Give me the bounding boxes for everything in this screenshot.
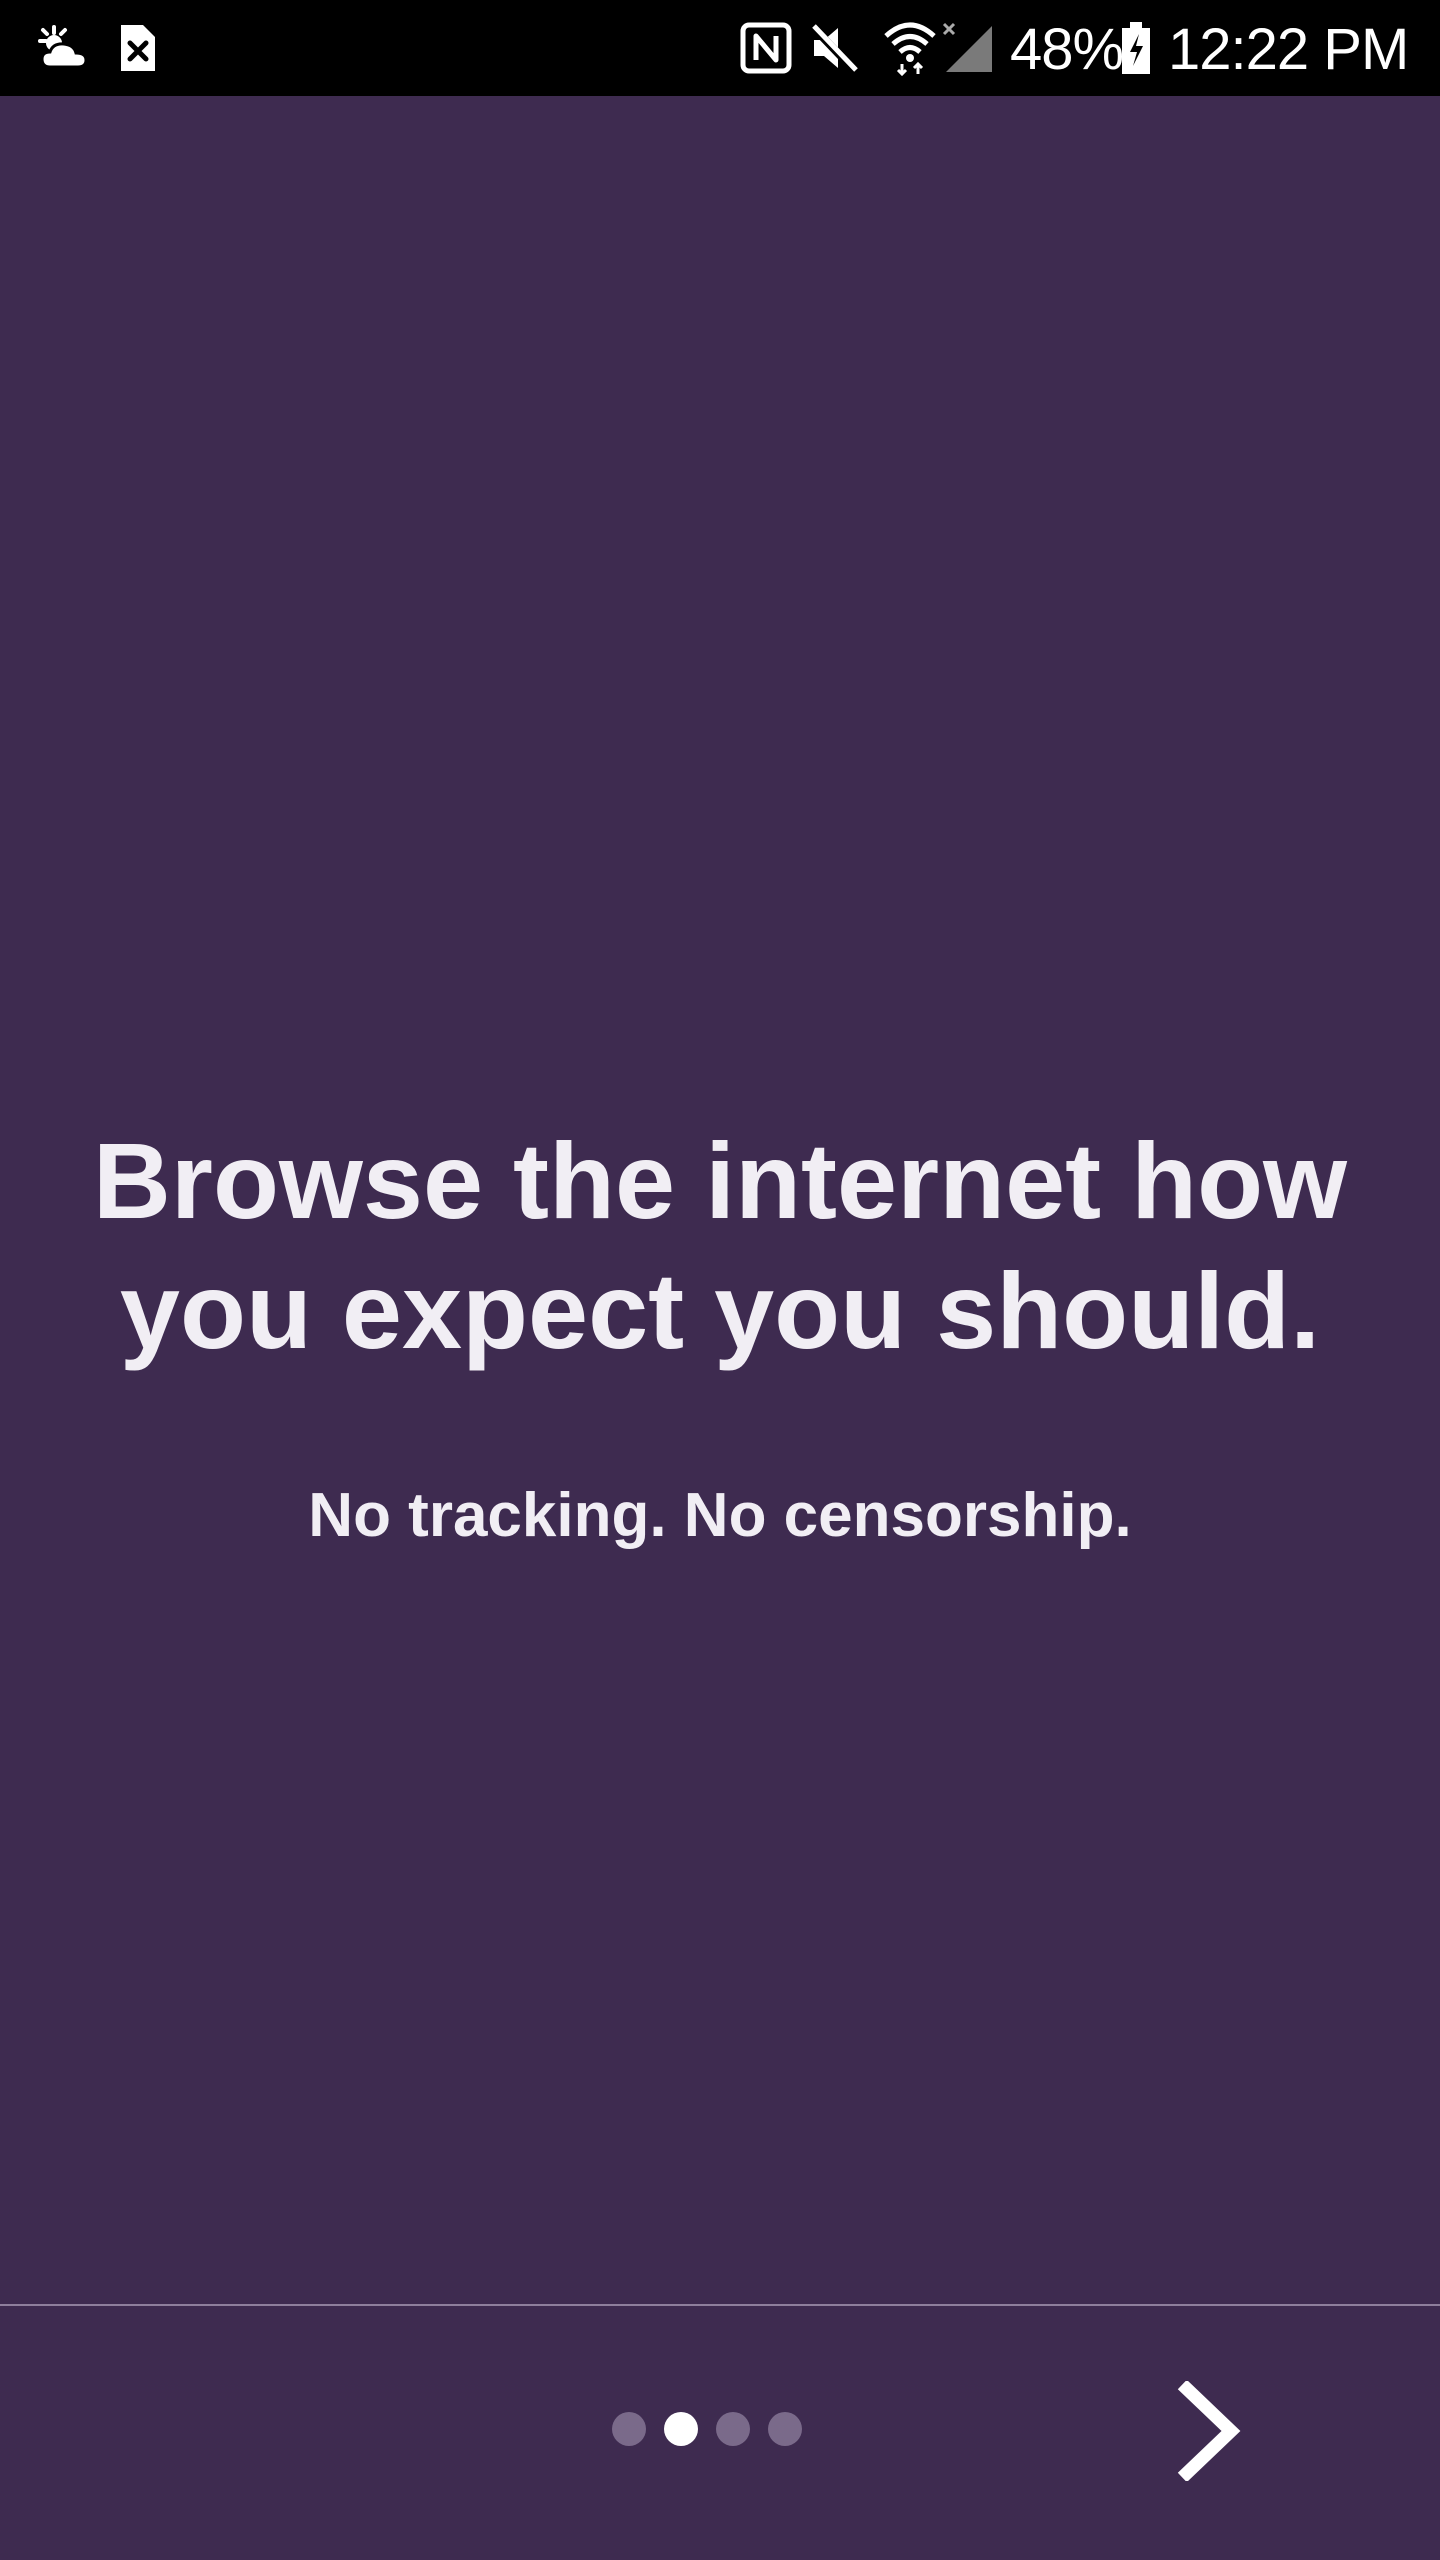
page-dot-4[interactable]	[768, 2412, 802, 2446]
nfc-icon	[738, 0, 794, 96]
next-button[interactable]	[1160, 2376, 1260, 2486]
page-indicator	[612, 2412, 802, 2446]
onboarding-footer	[0, 2306, 1440, 2560]
chevron-right-icon	[1177, 2381, 1241, 2481]
headline-line-2: you expect you should.	[119, 1250, 1321, 1371]
status-bar: 48% 12:22 PM	[0, 0, 1440, 96]
weather-partly-cloudy-icon	[34, 0, 94, 96]
sim-card-error-icon	[112, 0, 162, 96]
onboarding-slide: Browse the internet how you expect you s…	[0, 96, 1440, 2304]
cellular-no-signal-icon	[940, 0, 996, 96]
mute-icon	[806, 0, 862, 96]
battery-charging-icon	[1118, 0, 1154, 96]
page-dot-1[interactable]	[612, 2412, 646, 2446]
onboarding-headline: Browse the internet how you expect you s…	[0, 1116, 1440, 1376]
battery-percent: 48%	[1010, 17, 1124, 82]
page-dot-3[interactable]	[716, 2412, 750, 2446]
onboarding-subtitle: No tracking. No censorship.	[308, 1481, 1132, 1550]
wifi-icon	[880, 0, 940, 96]
status-time: 12:22 PM	[1168, 17, 1409, 82]
headline-line-1: Browse the internet how	[92, 1120, 1348, 1241]
page-dot-2[interactable]	[664, 2412, 698, 2446]
